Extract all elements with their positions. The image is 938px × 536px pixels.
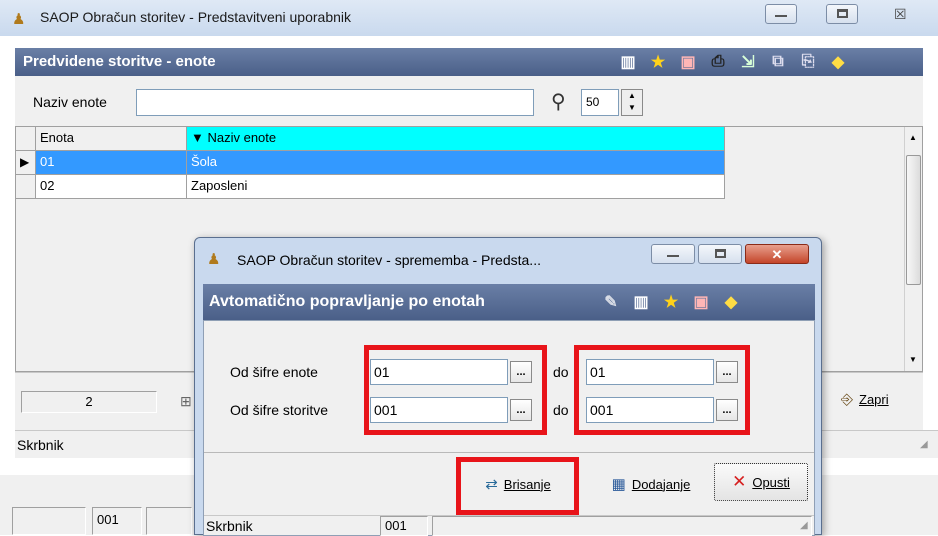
bottom-code-field: 001 — [92, 507, 142, 535]
dialog-body: Od šifre enote Od šifre storitve 01 ... … — [203, 320, 815, 536]
add-button[interactable]: ▦ Dodajanje — [594, 466, 708, 502]
delete-doc-icon[interactable]: ▣ — [678, 52, 698, 72]
dialog-status-extra — [432, 516, 812, 536]
maximize-button[interactable] — [826, 4, 858, 24]
cancel-x-icon: ✕ — [732, 472, 747, 491]
column-header-naziv-enote[interactable]: ▼ Naziv enote — [187, 127, 725, 151]
dialog-maximize-button[interactable] — [698, 244, 742, 264]
row-indicator: ▶ — [16, 151, 36, 175]
delete-button[interactable]: ⇄ Brisanje — [466, 466, 570, 502]
paste-icon[interactable]: ⎘ — [798, 52, 818, 72]
dialog-panel-title: Avtomatično popravljanje po enotah — [209, 293, 485, 310]
table-row[interactable]: 01 — [36, 151, 187, 175]
panel-title: Predvidene storitve - enote — [23, 53, 216, 70]
unit-to-browse-button[interactable]: ... — [716, 361, 738, 383]
search-icon[interactable]: ⚲ — [551, 89, 566, 114]
help-book-icon[interactable]: ◆ — [721, 292, 741, 312]
print-icon[interactable]: ⎙ — [708, 52, 728, 72]
edit-dialog: ♟ SAOP Obračun storitev - sprememba - Pr… — [194, 237, 822, 536]
dialog-resize-grip-icon[interactable]: ◢ — [800, 520, 808, 531]
search-input[interactable] — [136, 89, 534, 116]
row-limit-stepper[interactable]: ▲ ▼ — [621, 89, 643, 116]
app-icon: ♟ — [12, 11, 26, 28]
grid-row-indicator-header — [16, 127, 36, 151]
record-count: 2 — [21, 391, 157, 413]
dialog-close-button[interactable]: ✕ — [745, 244, 809, 264]
delete-icon: ⇄ — [485, 476, 498, 493]
table-row[interactable]: Zaposleni — [187, 175, 725, 199]
search-row: Naziv enote ⚲ 50 ▲ ▼ — [15, 76, 923, 126]
search-label: Naziv enote — [33, 94, 107, 110]
scroll-thumb[interactable] — [906, 155, 921, 285]
service-to-label: do — [553, 402, 569, 418]
edit-pencil-icon[interactable]: ✎ — [601, 292, 621, 312]
panel-title-bar: Predvidene storitve - enote ▥ ★ ▣ ⎙ ⇲ ⧉ … — [15, 48, 923, 76]
row-limit-input[interactable]: 50 — [581, 89, 619, 116]
table-add-icon: ▦ — [611, 476, 626, 493]
unit-to-label: do — [553, 364, 569, 380]
dialog-app-icon: ♟ — [207, 251, 221, 268]
close-main-label: Zapri — [859, 392, 889, 407]
door-icon: ⎆ — [841, 391, 854, 408]
unit-to-input[interactable]: 01 — [586, 359, 714, 385]
dialog-panel-title-bar: Avtomatično popravljanje po enotah ✎ ▥ ★… — [203, 284, 815, 320]
unit-from-input[interactable]: 01 — [370, 359, 508, 385]
minimize-button[interactable] — [765, 4, 797, 24]
bottom-field-3 — [146, 507, 192, 535]
vertical-scrollbar[interactable]: ▲ ▼ — [904, 127, 922, 371]
main-window-title: SAOP Obračun storitev - Predstavitveni u… — [40, 9, 352, 25]
favorite-star-icon[interactable]: ★ — [661, 292, 681, 312]
nav-icon[interactable]: ⊞ — [180, 393, 192, 410]
columns-icon[interactable]: ▥ — [618, 52, 638, 72]
dialog-minimize-button[interactable] — [651, 244, 695, 264]
close-x-icon: ✕ — [771, 247, 783, 262]
columns-icon[interactable]: ▥ — [631, 292, 651, 312]
scroll-down-icon[interactable]: ▼ — [909, 355, 917, 364]
bottom-field-1 — [12, 507, 86, 535]
service-to-input[interactable]: 001 — [586, 397, 714, 423]
dialog-statusbar: Skrbnik 001 ◢ — [204, 515, 814, 536]
scroll-up-icon[interactable]: ▲ — [909, 133, 917, 142]
help-book-icon[interactable]: ◆ — [828, 52, 848, 72]
dialog-separator — [204, 452, 814, 453]
service-to-browse-button[interactable]: ... — [716, 399, 738, 421]
table-row[interactable]: 02 — [36, 175, 187, 199]
unit-from-label: Od šifre enote — [230, 364, 318, 380]
dialog-title: SAOP Obračun storitev - sprememba - Pred… — [237, 252, 541, 268]
dialog-status-user: Skrbnik — [206, 518, 253, 534]
column-header-enota[interactable]: Enota — [36, 127, 187, 151]
delete-doc-icon[interactable]: ▣ — [691, 292, 711, 312]
row-indicator — [16, 175, 36, 199]
service-from-label: Od šifre storitve — [230, 402, 329, 418]
service-from-input[interactable]: 001 — [370, 397, 508, 423]
dialog-status-code: 001 — [380, 516, 428, 536]
resize-grip-icon[interactable]: ◢ — [920, 439, 928, 450]
cancel-button[interactable]: ✕ Opusti — [714, 463, 808, 501]
table-row[interactable]: Šola — [187, 151, 725, 175]
main-titlebar: ♟ SAOP Obračun storitev - Predstavitveni… — [0, 0, 938, 36]
close-main-button[interactable]: ⎆ Zapri — [841, 391, 889, 408]
service-from-browse-button[interactable]: ... — [510, 399, 532, 421]
export-icon[interactable]: ⇲ — [738, 52, 758, 72]
favorite-star-icon[interactable]: ★ — [648, 52, 668, 72]
copy-icon[interactable]: ⧉ — [768, 52, 788, 72]
close-icon[interactable]: ☒ — [894, 6, 907, 23]
unit-from-browse-button[interactable]: ... — [510, 361, 532, 383]
status-user: Skrbnik — [17, 437, 64, 453]
